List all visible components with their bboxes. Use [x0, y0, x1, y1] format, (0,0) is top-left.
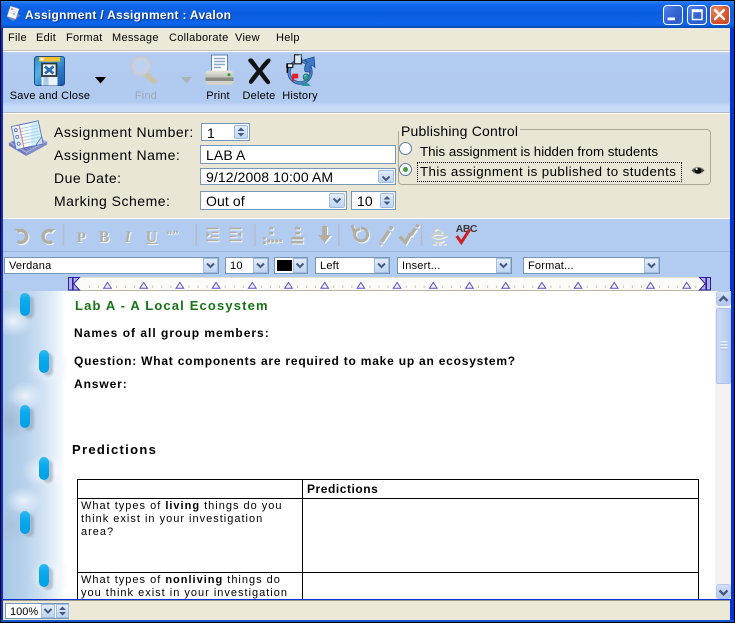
- svg-text:P: P: [77, 230, 86, 246]
- svg-text:I: I: [124, 229, 132, 246]
- svg-text:B: B: [99, 229, 110, 246]
- svg-text:“”: “”: [167, 227, 179, 241]
